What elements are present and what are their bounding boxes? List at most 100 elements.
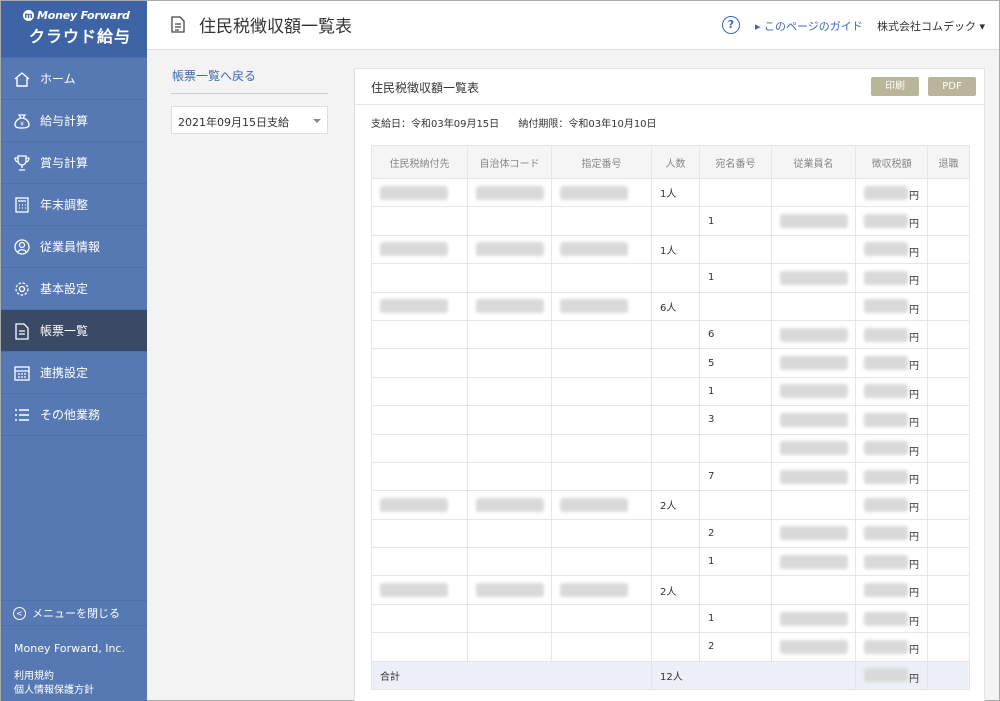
payee-cell bbox=[371, 632, 468, 662]
sidebar: m Money Forward クラウド給与 ホーム ¥ 給与計算 賞与計算 年末調整 従業… bbox=[1, 1, 147, 701]
total-row: 合計 12人 円 bbox=[371, 660, 970, 691]
page-header: 住民税徴収額一覧表 ? ▸ このページのガイド 株式会社コムデック ▾ bbox=[147, 1, 999, 50]
sidebar-item-7[interactable]: 連携設定 bbox=[1, 352, 147, 394]
payee-cell bbox=[371, 234, 468, 265]
calendar-icon bbox=[13, 364, 31, 382]
privacy-link[interactable]: 個人情報保護方針 bbox=[14, 684, 147, 698]
employee-name-cell bbox=[771, 291, 856, 321]
column-header: 自治体コード bbox=[467, 145, 552, 179]
address-number-cell: 1 bbox=[699, 263, 772, 293]
yen-unit: 円 bbox=[909, 191, 919, 202]
tax-amount-cell: 円 bbox=[855, 575, 928, 605]
column-header: 退職 bbox=[927, 145, 970, 179]
designated-number-cell bbox=[551, 547, 652, 577]
svg-text:¥: ¥ bbox=[20, 121, 24, 128]
terms-link[interactable]: 利用規約 bbox=[14, 670, 147, 684]
close-menu-button[interactable]: < メニューを閉じる bbox=[1, 600, 147, 626]
employee-name-cell bbox=[771, 177, 856, 208]
back-to-reports-link[interactable]: 帳票一覧へ戻る bbox=[172, 67, 256, 84]
address-number-cell bbox=[699, 433, 772, 463]
period-select[interactable]: 2021年09月15日支給 bbox=[171, 106, 328, 134]
yen-unit: 円 bbox=[909, 418, 919, 430]
sidebar-item-4[interactable]: 従業員情報 bbox=[1, 226, 147, 268]
yen-unit: 円 bbox=[909, 588, 919, 600]
redacted-value bbox=[476, 242, 544, 257]
pdf-button[interactable]: PDF bbox=[928, 77, 976, 96]
help-icon[interactable]: ? bbox=[722, 16, 740, 34]
sidebar-item-2[interactable]: 賞与計算 bbox=[1, 142, 147, 184]
caret-down-icon bbox=[313, 119, 321, 123]
municipality-code-cell bbox=[467, 461, 552, 492]
employee-name-cell bbox=[771, 461, 856, 492]
redacted-value bbox=[864, 469, 908, 484]
sidebar-item-1[interactable]: ¥ 給与計算 bbox=[1, 100, 147, 142]
redacted-value bbox=[864, 583, 908, 598]
designated-number-cell bbox=[551, 603, 652, 634]
redacted-value bbox=[476, 185, 544, 200]
redacted-value bbox=[780, 526, 848, 541]
payee-cell bbox=[371, 433, 468, 463]
designated-number-cell bbox=[551, 234, 652, 265]
sidebar-item-label: その他業務 bbox=[40, 408, 101, 422]
employee-name-cell bbox=[771, 206, 856, 236]
print-button[interactable]: 印刷 bbox=[871, 77, 919, 96]
retired-cell bbox=[927, 291, 970, 321]
payee-cell bbox=[371, 461, 468, 492]
tax-amount-cell: 円 bbox=[855, 263, 928, 293]
sidebar-item-8[interactable]: その他業務 bbox=[1, 394, 147, 436]
company-menu[interactable]: 株式会社コムデック ▾ bbox=[877, 18, 985, 34]
tax-amount-cell: 円 bbox=[855, 433, 928, 463]
municipality-code-cell bbox=[467, 490, 552, 520]
designated-number-cell bbox=[551, 433, 652, 463]
sidebar-item-6[interactable]: 帳票一覧 bbox=[1, 310, 147, 352]
payee-cell bbox=[371, 319, 468, 350]
home-icon bbox=[13, 70, 31, 88]
yen-unit: 円 bbox=[909, 389, 919, 401]
money-forward-logo-icon: m bbox=[23, 10, 34, 21]
yen-unit: 円 bbox=[909, 474, 919, 486]
count-cell bbox=[651, 319, 700, 350]
count-cell: 2人 bbox=[651, 575, 700, 605]
yen-unit: 円 bbox=[909, 560, 919, 572]
redacted-value bbox=[864, 299, 908, 314]
payee-cell bbox=[371, 490, 468, 520]
employee-name-cell bbox=[771, 490, 856, 520]
sidebar-item-label: 帳票一覧 bbox=[40, 324, 89, 338]
content-area: 帳票一覧へ戻る 2021年09月15日支給 住民税徴収額一覧表 印刷 PDF 支… bbox=[147, 50, 999, 701]
app-logo[interactable]: m Money Forward クラウド給与 bbox=[1, 1, 147, 58]
redacted-value bbox=[780, 356, 848, 371]
yen-unit: 円 bbox=[909, 531, 919, 543]
designated-number-cell bbox=[551, 575, 652, 605]
employee-name-cell bbox=[771, 547, 856, 577]
table-row: 2円 bbox=[371, 632, 970, 662]
gear-icon bbox=[13, 280, 31, 298]
total-label: 合計 bbox=[371, 660, 652, 691]
redacted-value bbox=[476, 583, 544, 598]
sidebar-item-3[interactable]: 年末調整 bbox=[1, 184, 147, 226]
page-guide-link[interactable]: ▸ このページのガイド bbox=[755, 18, 863, 34]
divider bbox=[171, 93, 328, 94]
money-bag-icon: ¥ bbox=[13, 112, 31, 130]
payee-cell bbox=[371, 376, 468, 407]
tax-table: 住民税納付先 自治体コード 指定番号 人数 宛名番号 従業員名 徴収税額 退職 1人円 1 円 1人… bbox=[371, 145, 970, 691]
retired-cell bbox=[927, 632, 970, 662]
tax-amount-cell: 円 bbox=[855, 461, 928, 492]
column-header: 徴収税額 bbox=[855, 145, 928, 179]
tax-amount-cell: 円 bbox=[855, 291, 928, 321]
sidebar-item-5[interactable]: 基本設定 bbox=[1, 268, 147, 310]
payee-cell bbox=[371, 348, 468, 378]
address-number-cell: 6 bbox=[699, 319, 772, 350]
redacted-value bbox=[560, 242, 628, 257]
redacted-value bbox=[780, 469, 848, 484]
payee-cell bbox=[371, 405, 468, 435]
tax-amount-cell: 円 bbox=[855, 632, 928, 662]
address-number-cell: 3 bbox=[699, 405, 772, 435]
tax-amount-cell: 円 bbox=[855, 405, 928, 435]
count-cell bbox=[651, 348, 700, 378]
sidebar-item-0[interactable]: ホーム bbox=[1, 58, 147, 100]
redacted-value bbox=[780, 554, 848, 569]
address-number-cell bbox=[699, 177, 772, 208]
column-header: 人数 bbox=[651, 145, 700, 179]
employee-name-cell bbox=[771, 518, 856, 549]
table-row: 6人 円 bbox=[371, 291, 970, 321]
